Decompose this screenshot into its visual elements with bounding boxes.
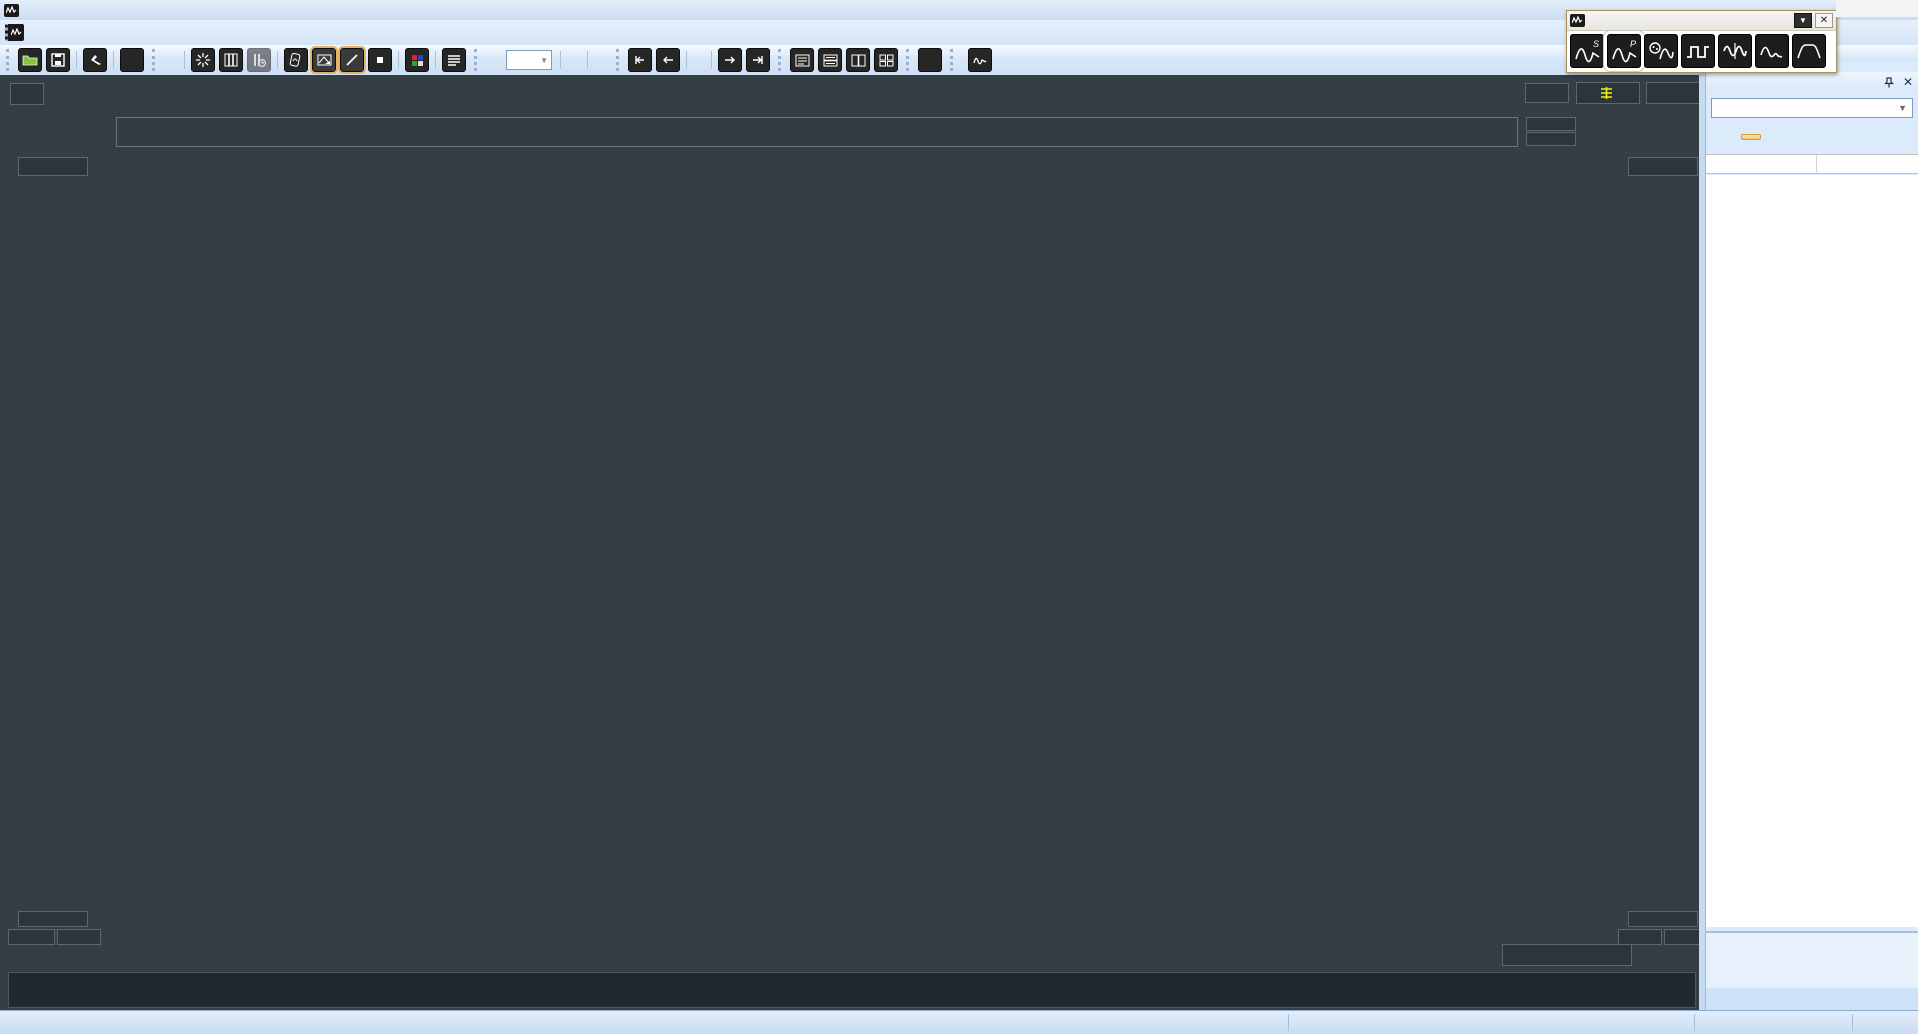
pause-button[interactable] bbox=[1741, 134, 1761, 140]
trigger-level-readout[interactable] bbox=[1646, 82, 1700, 104]
dds-wave-icon bbox=[968, 48, 992, 72]
back-icon[interactable] bbox=[83, 48, 107, 72]
property-table-header bbox=[1706, 154, 1918, 174]
color-palette-icon[interactable] bbox=[405, 48, 429, 72]
toolbar-grip bbox=[6, 49, 12, 71]
chevron-down-icon[interactable]: ▼ bbox=[1794, 13, 1812, 28]
ch1-volts-per-div[interactable] bbox=[18, 911, 88, 927]
stop-button[interactable] bbox=[10, 83, 44, 105]
list-settings-icon[interactable] bbox=[442, 48, 466, 72]
grid-time-icon[interactable] bbox=[247, 48, 271, 72]
center-waveform-icon[interactable] bbox=[191, 48, 215, 72]
ch1-header bbox=[18, 157, 88, 176]
desktop-window-controls bbox=[1836, 0, 1918, 17]
pin-icon[interactable] bbox=[1883, 76, 1894, 88]
device-select[interactable]: ▼ bbox=[1711, 98, 1913, 118]
close-icon[interactable]: ✕ bbox=[1815, 13, 1833, 28]
help-icon[interactable] bbox=[120, 48, 144, 72]
screen-display-icon[interactable] bbox=[310, 46, 338, 74]
overview-reset-button[interactable] bbox=[1526, 132, 1576, 146]
layout-single-icon[interactable] bbox=[790, 48, 814, 72]
app-window: ▼ ▼ ✕ S P ✕ ▼ bbox=[0, 0, 1918, 1034]
open-file-icon[interactable] bbox=[18, 48, 42, 72]
properties-panel-header: ✕ bbox=[1706, 72, 1918, 92]
layout-hsplit-icon[interactable] bbox=[818, 48, 842, 72]
sweep-wave-icon[interactable] bbox=[1755, 34, 1789, 68]
ch2-volts-per-div[interactable] bbox=[1628, 911, 1698, 927]
ch2-adjust-button[interactable] bbox=[1618, 929, 1662, 945]
next-page-icon[interactable] bbox=[718, 48, 742, 72]
scope-workspace bbox=[0, 75, 1704, 1010]
multi-viranalyzer-window[interactable]: ▼ ✕ S P bbox=[1566, 10, 1837, 73]
toolbar-grip bbox=[474, 49, 480, 71]
toolbar-grip bbox=[616, 49, 622, 71]
panel-tabs bbox=[1706, 988, 1918, 1010]
ch1-adjust-button[interactable] bbox=[8, 929, 55, 945]
layout-quad-icon[interactable] bbox=[874, 48, 898, 72]
property-table bbox=[1706, 175, 1918, 927]
voltage-button[interactable] bbox=[918, 48, 942, 72]
first-page-icon[interactable] bbox=[628, 48, 652, 72]
property-description bbox=[1706, 931, 1918, 988]
sample-rate-readout bbox=[1502, 944, 1632, 966]
ch1-reset-button[interactable] bbox=[57, 929, 101, 945]
last-page-icon[interactable] bbox=[746, 48, 770, 72]
save-icon[interactable] bbox=[46, 48, 70, 72]
chevron-down-icon: ▼ bbox=[1898, 103, 1907, 113]
close-icon[interactable]: ✕ bbox=[1903, 75, 1913, 89]
viranalyzer-titlebar[interactable]: ▼ ✕ bbox=[1567, 11, 1836, 31]
dds-button[interactable] bbox=[960, 48, 1004, 72]
burst-wave-icon[interactable] bbox=[1718, 34, 1752, 68]
svg-text:S: S bbox=[1593, 39, 1599, 49]
toolbar-grip bbox=[950, 49, 956, 71]
measurements-panel bbox=[8, 972, 1696, 1008]
prev-page-icon[interactable] bbox=[656, 48, 680, 72]
trigger-source-readout[interactable] bbox=[1576, 82, 1640, 104]
single-mode-button[interactable] bbox=[1525, 83, 1569, 103]
status-bar bbox=[0, 1010, 1918, 1034]
layout-vsplit-icon[interactable] bbox=[846, 48, 870, 72]
capture-overview-bar[interactable] bbox=[116, 117, 1518, 147]
auto-button[interactable] bbox=[1711, 135, 1731, 139]
square-wave-icon[interactable] bbox=[1681, 34, 1715, 68]
trigger-icon bbox=[1600, 87, 1612, 99]
line-style-icon[interactable] bbox=[338, 46, 366, 74]
ch2-reset-button[interactable] bbox=[1664, 929, 1704, 945]
pulse-wave-icon[interactable] bbox=[1792, 34, 1826, 68]
scope-plot bbox=[0, 75, 1700, 1010]
overview-adjust-button[interactable] bbox=[1526, 117, 1576, 131]
ch2-header bbox=[1628, 157, 1698, 176]
dot-style-icon[interactable] bbox=[368, 48, 392, 72]
toolbar-grip bbox=[152, 49, 158, 71]
capture-count-select[interactable]: ▼ bbox=[506, 50, 552, 70]
viranalyzer-icon bbox=[1570, 14, 1585, 27]
toolbar-grip bbox=[778, 49, 784, 71]
toolbar-grip bbox=[906, 49, 912, 71]
svg-text:P: P bbox=[1630, 39, 1636, 49]
document-icon bbox=[5, 24, 24, 41]
app-icon bbox=[4, 3, 19, 17]
control-wave-icon[interactable] bbox=[1644, 34, 1678, 68]
wave-scope-icon[interactable]: P bbox=[1607, 34, 1641, 68]
grid-columns-icon[interactable] bbox=[219, 48, 243, 72]
properties-panel: ✕ ▼ bbox=[1705, 62, 1918, 1010]
handheld-device-icon[interactable] bbox=[284, 48, 308, 72]
spectrum-scope-icon[interactable]: S bbox=[1570, 34, 1604, 68]
